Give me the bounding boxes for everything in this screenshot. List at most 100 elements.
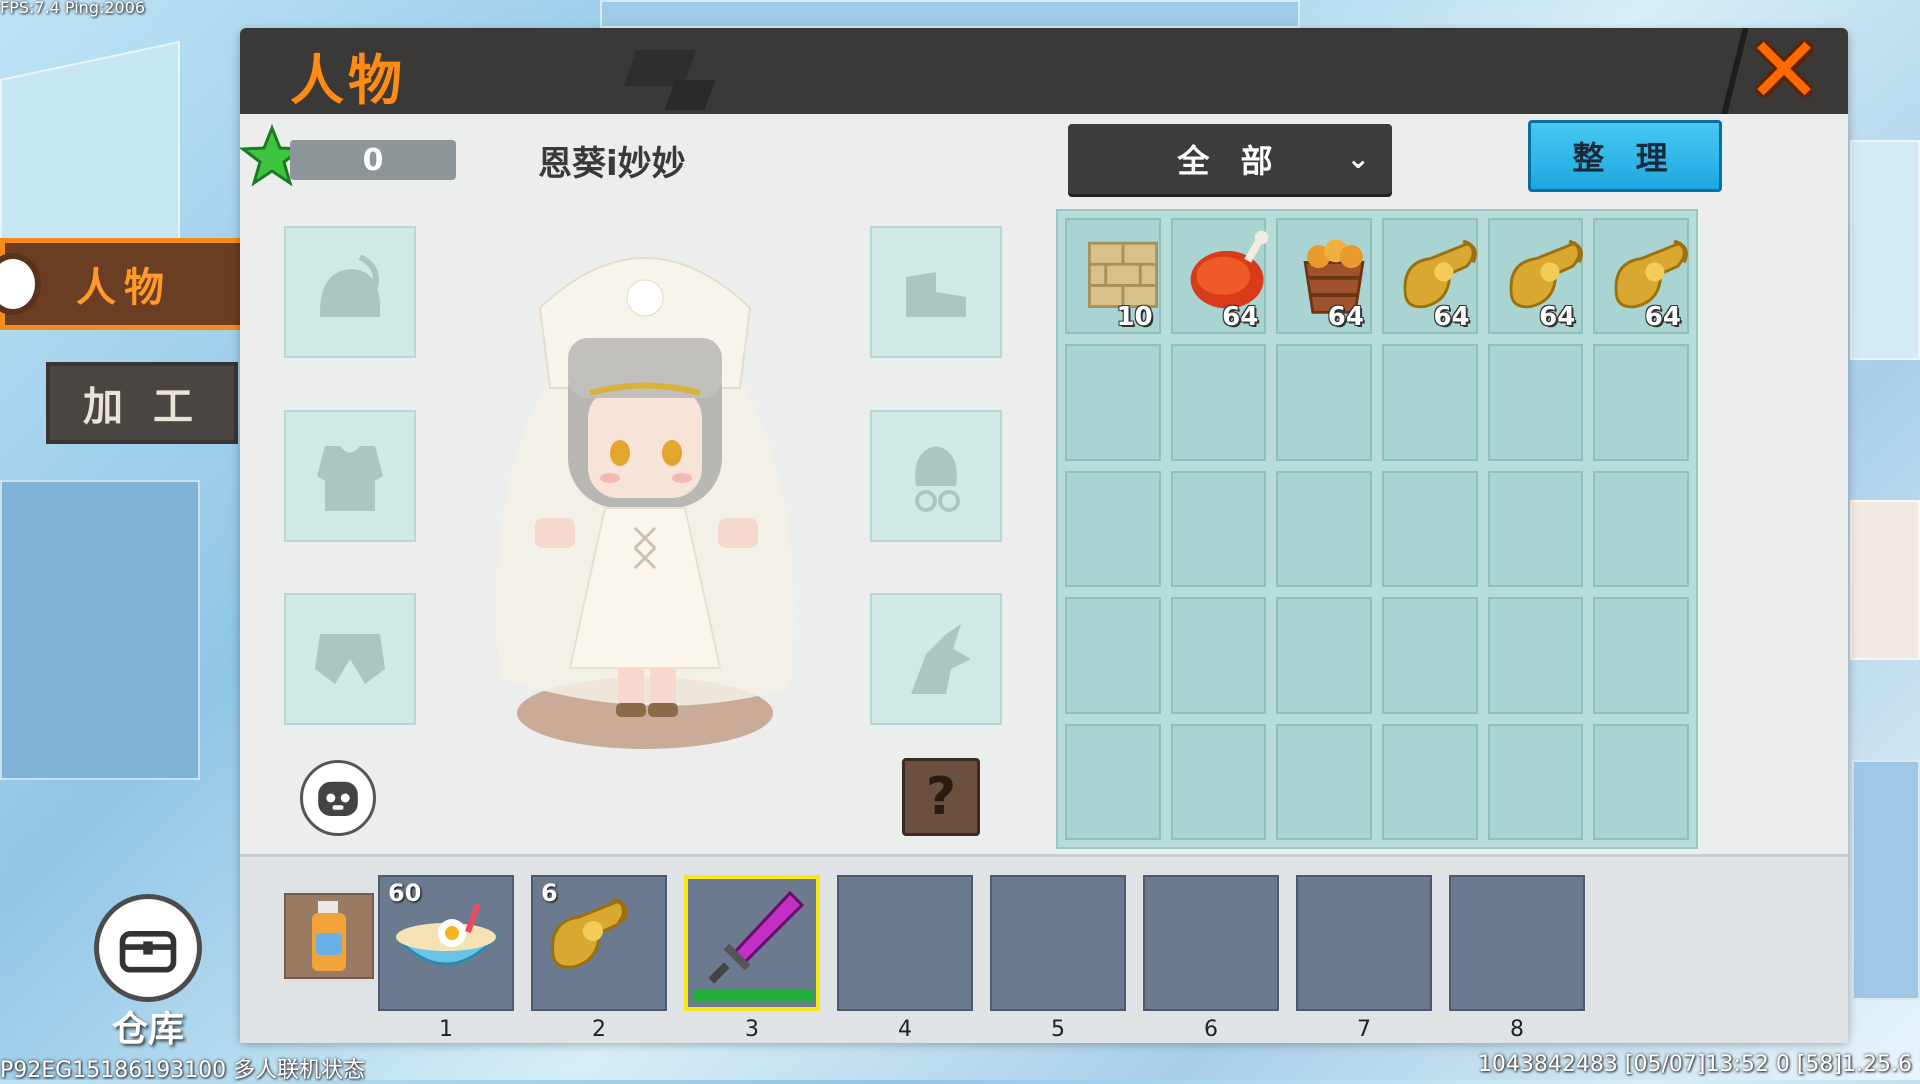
inventory-slot[interactable]	[1381, 470, 1478, 588]
hotbar-slot-number: 2	[592, 1017, 606, 1042]
item-count: 64	[1327, 302, 1364, 333]
tab-character[interactable]: 人物	[0, 238, 248, 330]
item-count: 64	[1539, 302, 1576, 333]
inventory-slot[interactable]	[1065, 344, 1161, 461]
item-count: 6	[541, 879, 558, 907]
tab-crafting[interactable]: 加 工	[46, 362, 238, 444]
background-block	[0, 480, 200, 780]
inventory-slot[interactable]: 64	[1593, 218, 1689, 335]
leggings-slot[interactable]	[284, 593, 416, 725]
inventory-slot[interactable]	[1170, 470, 1267, 588]
mount-slot[interactable]	[870, 593, 1002, 725]
sort-button[interactable]: 整 理	[1528, 120, 1722, 192]
inventory-slot[interactable]	[1276, 723, 1372, 840]
question-icon: ?	[925, 767, 957, 827]
inventory-slot[interactable]	[1276, 597, 1372, 714]
inventory-slot[interactable]	[1276, 470, 1372, 588]
background-block	[1850, 500, 1920, 660]
glasses-icon	[915, 446, 960, 512]
tab-character-label: 人物	[76, 265, 172, 311]
item-count: 64	[1222, 302, 1259, 333]
hotbar-slot-4[interactable]	[837, 875, 973, 1011]
hotbar-slot-3[interactable]	[684, 875, 820, 1011]
player-name: 恩葵i妙妙	[538, 144, 686, 184]
character-window: 人物 ✕ 0 恩葵i妙妙 ? 全 部 ⌄ 整 理 10 64 64 64 64 …	[240, 28, 1848, 1043]
close-button[interactable]: ✕	[1734, 28, 1834, 114]
item-count: 64	[1433, 302, 1470, 333]
hotbar-slot-2[interactable]: 6	[531, 875, 667, 1011]
background-block	[1852, 760, 1920, 1000]
level-value: 0	[290, 140, 456, 180]
hotbar: 60 1 6 2 3 4 5 6 7 8	[240, 854, 1848, 1043]
hotbar-slot-number: 8	[1510, 1017, 1524, 1042]
tab-crafting-label: 加 工	[83, 384, 201, 430]
hotbar-slot-7[interactable]	[1296, 875, 1432, 1011]
inventory-slot[interactable]	[1487, 344, 1584, 461]
character-avatar	[496, 257, 794, 749]
hotbar-slot-5[interactable]	[990, 875, 1126, 1011]
category-filter-dropdown[interactable]: 全 部 ⌄	[1068, 124, 1392, 194]
window-title: 人物	[290, 49, 406, 112]
inventory-slot[interactable]	[1170, 344, 1267, 461]
help-button[interactable]: ?	[902, 758, 980, 836]
hotbar-slot-6[interactable]	[1143, 875, 1279, 1011]
inventory-slot[interactable]: 10	[1065, 218, 1161, 335]
offhand-slot[interactable]	[284, 893, 374, 979]
inventory-grid: 10 64 64 64 64 64	[1056, 209, 1698, 849]
inventory-slot[interactable]	[1593, 723, 1689, 840]
item-count: 10	[1116, 302, 1153, 333]
fps-ping-readout: FPS:7.4 Ping:2006	[0, 0, 146, 17]
boots-icon	[906, 272, 966, 317]
avatar-skin-button[interactable]	[300, 760, 376, 836]
hotbar-slot-number: 1	[439, 1017, 453, 1042]
accessory-slot[interactable]	[870, 410, 1002, 542]
inventory-slot[interactable]	[1170, 723, 1267, 840]
hotbar-slot-number: 6	[1204, 1017, 1218, 1042]
version-info: 1043842483 [05/07]13:52 0 [58]1.25.6	[1477, 1052, 1912, 1077]
inventory-slot[interactable]	[1065, 723, 1161, 840]
tab-indicator	[0, 259, 35, 309]
hotbar-slot-number: 3	[745, 1017, 759, 1042]
spray-bottle-icon	[312, 901, 346, 971]
inventory-slot[interactable]: 64	[1170, 218, 1269, 335]
inventory-slot[interactable]	[1381, 344, 1478, 461]
close-icon: ✕	[1745, 28, 1823, 114]
item-count: 64	[1644, 302, 1681, 333]
warehouse-label: 仓库	[112, 1009, 185, 1050]
inventory-slot[interactable]	[1276, 344, 1372, 461]
chestplate-icon	[317, 446, 383, 511]
helmet-slot[interactable]	[284, 226, 416, 358]
inventory-slot[interactable]	[1487, 470, 1584, 588]
item-count: 60	[388, 879, 422, 907]
inventory-slot[interactable]	[1170, 597, 1267, 714]
background-block	[1850, 140, 1920, 360]
inventory-slot[interactable]	[1065, 597, 1161, 714]
inventory-slot[interactable]	[1593, 597, 1689, 714]
chestplate-slot[interactable]	[284, 410, 416, 542]
session-info: P92EG15186193100 多人联机状态	[0, 1058, 366, 1083]
hotbar-slot-number: 5	[1051, 1017, 1065, 1042]
inventory-slot[interactable]: 64	[1381, 218, 1478, 335]
mini-face-icon	[318, 781, 358, 816]
hotbar-slot-8[interactable]	[1449, 875, 1585, 1011]
boots-slot[interactable]	[870, 226, 1002, 358]
inventory-slot[interactable]	[1487, 723, 1584, 840]
hotbar-slot-number: 7	[1357, 1017, 1371, 1042]
helmet-icon	[320, 254, 380, 317]
inventory-slot[interactable]: 64	[1276, 218, 1372, 335]
inventory-slot[interactable]	[1593, 344, 1689, 461]
inventory-slot[interactable]: 64	[1487, 218, 1584, 335]
durability-bar	[694, 989, 814, 1001]
inventory-slot[interactable]	[1381, 723, 1478, 840]
chest-icon	[119, 931, 177, 973]
inventory-slot[interactable]	[1381, 597, 1478, 714]
filter-selected: 全 部	[1177, 142, 1283, 180]
chevron-down-icon: ⌄	[1346, 142, 1370, 175]
title-bar: 人物 ✕	[240, 28, 1848, 114]
warehouse-button[interactable]	[94, 894, 202, 1002]
background-block	[600, 0, 1300, 28]
inventory-slot[interactable]	[1487, 597, 1584, 714]
hotbar-slot-1[interactable]: 60	[378, 875, 514, 1011]
inventory-slot[interactable]	[1065, 470, 1161, 588]
inventory-slot[interactable]	[1593, 470, 1689, 588]
